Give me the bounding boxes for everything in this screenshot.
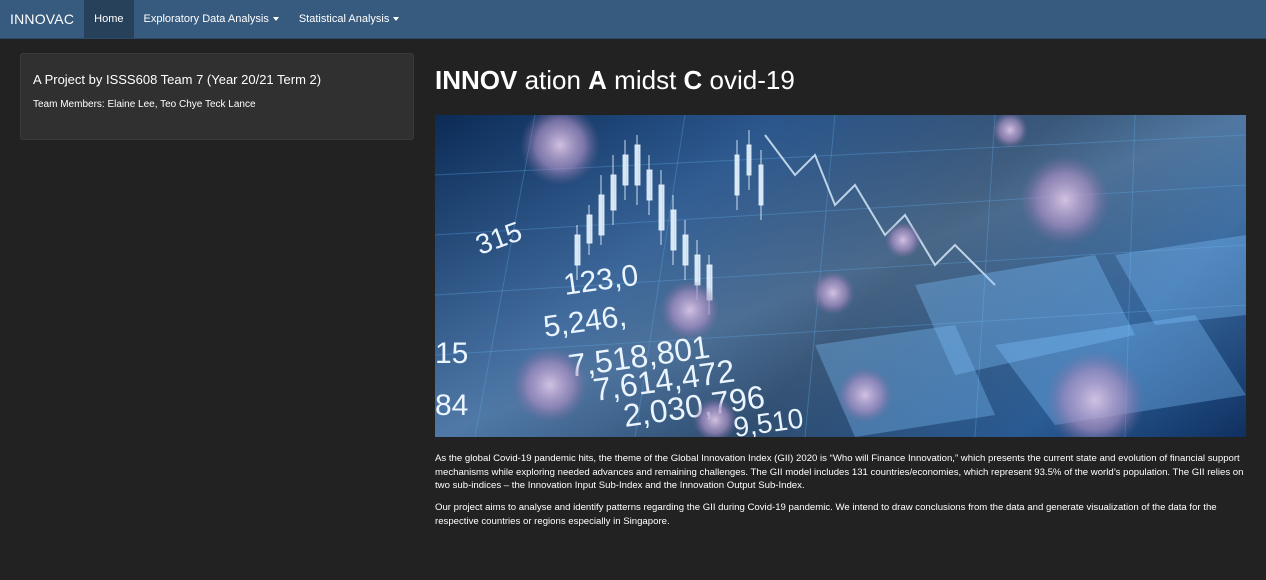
intro-paragraph: As the global Covid-19 pandemic hits, th…: [435, 453, 1244, 491]
navbar-brand[interactable]: INNOVAC: [0, 0, 84, 38]
project-paragraph: Our project aims to analyse and identify…: [435, 502, 1217, 527]
virus-icon: [811, 271, 855, 315]
title-part-midst: midst: [606, 65, 684, 95]
virus-icon: [837, 367, 893, 423]
title-part-innov: INNOV: [435, 65, 518, 95]
hero-number-8: 15: [435, 337, 468, 370]
caret-down-icon: [272, 17, 279, 21]
nav-home[interactable]: Home: [84, 0, 134, 38]
hero-illustration: 123,0 5,246, 7,518,801 7,614,472 2,030,7…: [435, 115, 1246, 437]
nav-eda-label: Exploratory Data Analysis: [143, 13, 269, 25]
title-part-a: A: [588, 65, 607, 95]
nav-exploratory-data-analysis[interactable]: Exploratory Data Analysis: [134, 0, 289, 38]
nav-home-label: Home: [94, 13, 124, 25]
nav-stat-label: Statistical Analysis: [298, 13, 390, 25]
nav-statistical-analysis[interactable]: Statistical Analysis: [289, 0, 409, 38]
project-title: A Project by ISSS608 Team 7 (Year 20/21 …: [33, 72, 322, 87]
page-title: INNOV ation A midst C ovid-19: [435, 62, 1246, 98]
title-part-c: C: [683, 65, 703, 95]
title-part-ovid: ovid-19: [702, 65, 795, 95]
top-navbar: INNOVAC Home Exploratory Data Analysis S…: [0, 0, 1266, 39]
caret-down-icon: [393, 17, 400, 21]
sidebar-panel: A Project by ISSS608 Team 7 (Year 20/21 …: [20, 53, 414, 140]
hero-number-9: 84: [435, 389, 468, 422]
hero-image: 123,0 5,246, 7,518,801 7,614,472 2,030,7…: [435, 115, 1246, 437]
virus-icon: [1020, 155, 1110, 245]
virus-icon: [512, 347, 588, 423]
main-content: INNOV ation A midst C ovid-19: [435, 62, 1246, 98]
title-part-ation: ation: [517, 65, 589, 95]
virus-icon: [660, 280, 720, 340]
team-members: Team Members: Elaine Lee, Teo Chye Teck …: [33, 99, 256, 110]
virus-icon: [885, 222, 921, 258]
